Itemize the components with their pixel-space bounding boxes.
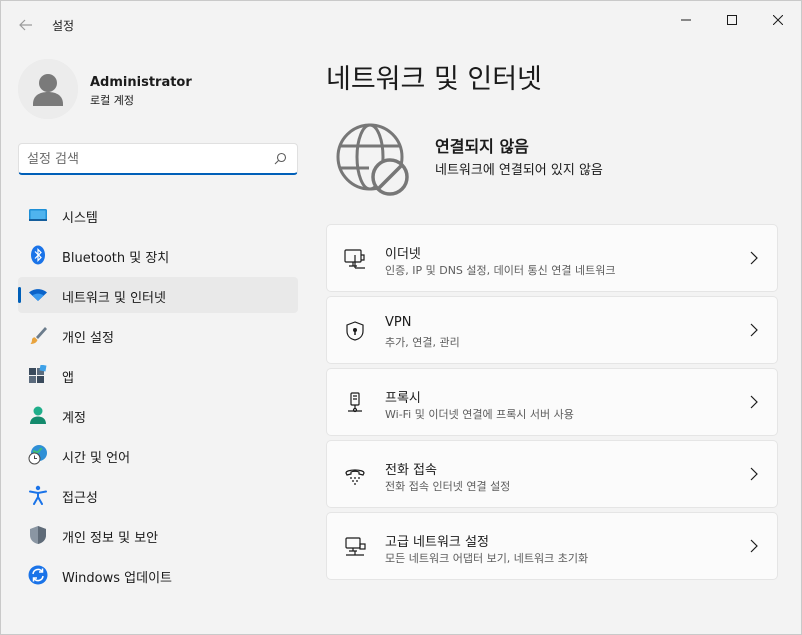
sidebar-item-label: 시간 및 언어 <box>62 451 131 466</box>
accessibility-icon <box>29 485 47 505</box>
globe-blocked-icon <box>336 123 409 196</box>
sidebar-item-label: 시스템 <box>62 211 98 226</box>
sidebar-item-label: Bluetooth 및 장치 <box>62 251 170 266</box>
chevron-right-icon <box>750 323 758 337</box>
sidebar-nav: 시스템 Bluetooth 및 장치 네트워크 및 인터넷 개인 설정 앱 계정… <box>18 197 298 597</box>
card-title: 고급 네트워크 설정 <box>385 535 489 550</box>
chevron-right-icon <box>750 395 758 409</box>
sidebar-item-bluetooth[interactable]: Bluetooth 및 장치 <box>18 237 298 273</box>
vpn-card[interactable]: VPN 추가, 연결, 관리 <box>326 296 778 364</box>
apps-icon <box>29 365 47 383</box>
sidebar-item-privacy-security[interactable]: 개인 정보 및 보안 <box>18 517 298 553</box>
chevron-right-icon <box>750 251 758 265</box>
advanced-network-card[interactable]: 고급 네트워크 설정 모든 네트워크 어댑터 보기, 네트워크 초기화 <box>326 512 778 580</box>
minimize-button[interactable] <box>663 5 709 33</box>
title-bar: 설정 <box>1 1 801 49</box>
clock-globe-icon <box>28 445 47 465</box>
sidebar-item-label: Windows 업데이트 <box>62 571 173 586</box>
connection-status-subtitle: 네트워크에 연결되어 있지 않음 <box>435 163 603 178</box>
proxy-card[interactable]: 프록시 Wi-Fi 및 이더넷 연결에 프록시 서버 사용 <box>326 368 778 436</box>
dialup-icon <box>345 469 365 485</box>
sidebar-item-apps[interactable]: 앱 <box>18 357 298 393</box>
card-subtitle: Wi-Fi 및 이더넷 연결에 프록시 서버 사용 <box>385 408 574 421</box>
vpn-shield-icon <box>346 321 364 341</box>
search-box[interactable] <box>18 143 298 175</box>
minimize-icon <box>681 19 691 20</box>
settings-card-list: 이더넷 인증, IP 및 DNS 설정, 데이터 통신 연결 네트워크 VPN … <box>326 224 778 584</box>
back-button[interactable] <box>13 13 39 39</box>
connection-status-title: 연결되지 않음 <box>435 137 529 156</box>
sidebar-item-label: 접근성 <box>62 491 98 506</box>
dialup-card[interactable]: 전화 접속 전화 접속 인터넷 연결 설정 <box>326 440 778 508</box>
sidebar-item-network[interactable]: 네트워크 및 인터넷 <box>18 277 298 313</box>
settings-window: 설정 Administrator 로컬 계정 설정 검색 시스템 Bluetoo… <box>0 0 802 635</box>
sidebar-item-windows-update[interactable]: Windows 업데이트 <box>18 557 298 593</box>
card-title: VPN <box>385 315 412 330</box>
wifi-icon <box>29 289 47 301</box>
page-title: 네트워크 및 인터넷 <box>326 64 542 95</box>
profile-name: Administrator <box>90 75 192 90</box>
app-title: 설정 <box>52 19 75 33</box>
sidebar-item-label: 개인 정보 및 보안 <box>62 531 159 546</box>
active-indicator <box>18 287 21 303</box>
card-title: 전화 접속 <box>385 463 437 478</box>
profile-account-type: 로컬 계정 <box>90 94 134 107</box>
card-title: 프록시 <box>385 391 421 406</box>
sidebar-item-label: 네트워크 및 인터넷 <box>62 291 166 306</box>
sidebar-item-personalization[interactable]: 개인 설정 <box>18 317 298 353</box>
sidebar-item-accessibility[interactable]: 접근성 <box>18 477 298 513</box>
sidebar-item-system[interactable]: 시스템 <box>18 197 298 233</box>
back-arrow-icon <box>19 19 32 31</box>
card-subtitle: 인증, IP 및 DNS 설정, 데이터 통신 연결 네트워크 <box>385 264 616 277</box>
card-subtitle: 모든 네트워크 어댑터 보기, 네트워크 초기화 <box>385 552 589 565</box>
sidebar-item-time-language[interactable]: 시간 및 언어 <box>18 437 298 473</box>
bluetooth-icon <box>31 245 45 265</box>
sidebar-item-label: 계정 <box>62 411 86 426</box>
maximize-button[interactable] <box>709 5 755 33</box>
search-input[interactable] <box>27 149 262 169</box>
update-icon <box>28 565 48 585</box>
avatar[interactable] <box>18 59 78 119</box>
sidebar-item-label: 개인 설정 <box>62 331 114 346</box>
shield-icon <box>30 526 46 544</box>
sidebar-item-label: 앱 <box>62 371 74 386</box>
search-icon[interactable] <box>274 152 287 165</box>
close-icon <box>772 14 784 25</box>
user-icon <box>18 59 78 119</box>
close-button[interactable] <box>755 5 801 33</box>
sidebar-item-accounts[interactable]: 계정 <box>18 397 298 433</box>
account-icon <box>30 406 46 424</box>
chevron-right-icon <box>750 539 758 553</box>
ethernet-icon <box>344 249 365 269</box>
maximize-icon <box>727 14 737 25</box>
chevron-right-icon <box>750 467 758 481</box>
ethernet-card[interactable]: 이더넷 인증, IP 및 DNS 설정, 데이터 통신 연결 네트워크 <box>326 224 778 292</box>
advanced-network-icon <box>345 537 366 556</box>
card-subtitle: 추가, 연결, 관리 <box>385 336 460 349</box>
brush-icon <box>30 327 47 344</box>
card-title: 이더넷 <box>385 247 421 262</box>
proxy-icon <box>348 392 362 413</box>
card-subtitle: 전화 접속 인터넷 연결 설정 <box>385 480 511 493</box>
system-icon <box>29 209 47 221</box>
